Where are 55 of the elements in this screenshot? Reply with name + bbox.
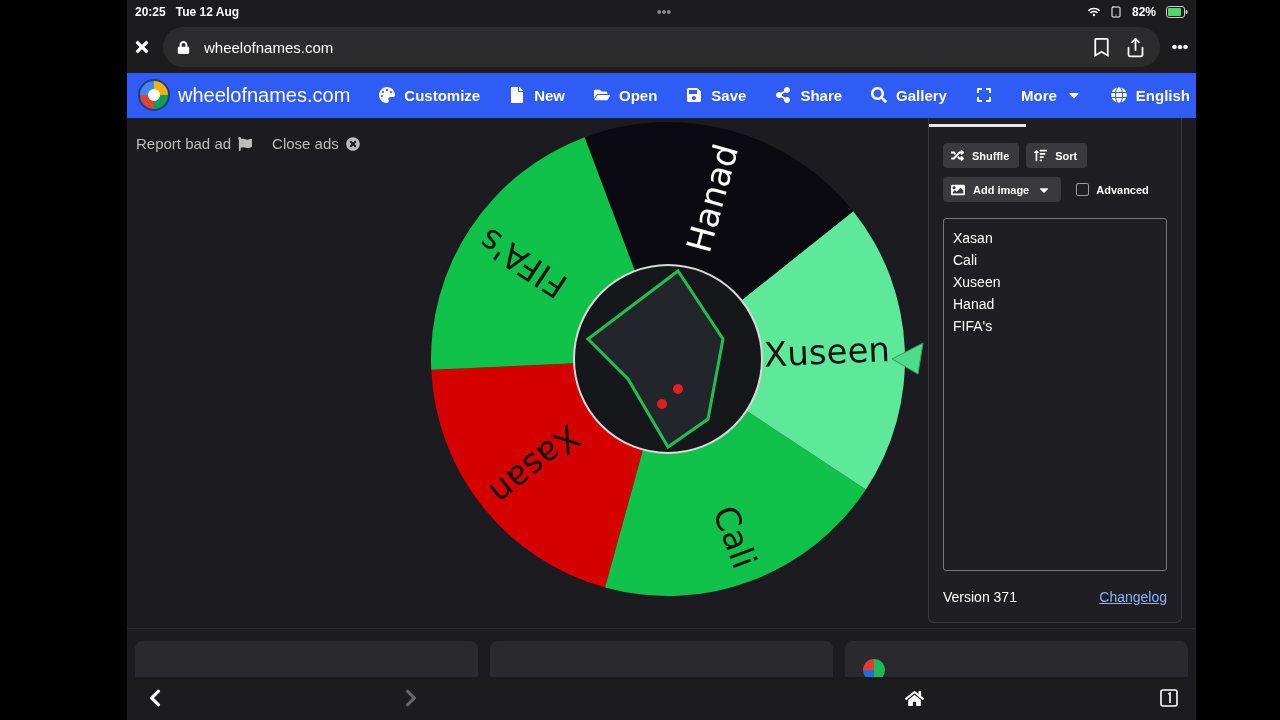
wheel-logo-icon [137, 78, 171, 113]
file-icon [509, 87, 526, 104]
sort-button[interactable]: Sort [1026, 143, 1088, 169]
bookmark-icon[interactable] [1092, 37, 1111, 57]
search-icon [871, 87, 888, 104]
changelog-link[interactable]: Changelog [1099, 589, 1167, 606]
close-ads-link[interactable]: Close ads [272, 135, 360, 153]
palette-icon [379, 87, 396, 104]
fullscreen-button[interactable] [975, 87, 992, 104]
image-icon [951, 182, 965, 197]
address-bar[interactable]: wheelofnames.com [163, 27, 1160, 68]
flag-icon [238, 136, 253, 151]
entry-text: Hanad [953, 296, 996, 313]
shuffle-button[interactable]: Shuffle [943, 143, 1020, 169]
wifi-icon [1087, 5, 1100, 18]
site-logo-link[interactable]: wheelofnames.com [137, 78, 351, 113]
url-text: wheelofnames.com [204, 38, 334, 56]
globe-icon [1110, 87, 1127, 104]
nav-link[interactable]: Customize [379, 86, 481, 104]
report-ad-link[interactable]: Report bad ad [136, 135, 253, 153]
pointer-icon [891, 342, 924, 375]
battery-icon [1166, 5, 1188, 18]
share-icon [775, 87, 792, 104]
entry-text: Xasan [953, 230, 994, 247]
save-icon [686, 87, 703, 104]
entry-text: Xuseen [953, 274, 1002, 291]
nav-link[interactable]: Gallery [871, 86, 947, 104]
close-icon [345, 136, 360, 151]
advanced-checkbox[interactable]: Advanced [1076, 183, 1149, 197]
fullscreen-icon [975, 87, 992, 104]
lock-icon [177, 40, 190, 54]
share-icon[interactable] [1125, 36, 1146, 58]
logo-icon [863, 659, 885, 677]
nav-link[interactable]: Share [775, 86, 843, 104]
add-image-button[interactable]: Add image [943, 177, 1062, 203]
nav-link[interactable]: Save [686, 86, 747, 104]
shuffle-icon [951, 149, 964, 163]
tabs-icon[interactable] [1160, 689, 1178, 708]
slice-label: Xuseen [763, 329, 891, 375]
nav-link[interactable]: New [509, 86, 565, 104]
status-date: Tue 12 Aug [175, 4, 240, 19]
slice-label: Cali [705, 500, 765, 574]
status-time: 20:25 [135, 4, 166, 19]
battery-percent: 82% [1131, 4, 1156, 19]
screen-icon [1109, 5, 1122, 18]
slice-label: Hanad [678, 139, 747, 257]
version-text: Version 371 [943, 589, 1017, 606]
sort-icon [1034, 149, 1048, 163]
entries-field[interactable]: Xasan Cali Xuseen Hanad FIFA's [943, 218, 1167, 572]
entry-text: Cali [953, 252, 979, 269]
more-menu[interactable]: More [1020, 86, 1082, 104]
entry-text: FIFA's [953, 318, 994, 335]
nav-link[interactable]: English [1110, 86, 1190, 104]
nav-link[interactable]: Open [594, 86, 658, 104]
home-icon[interactable] [905, 688, 924, 708]
